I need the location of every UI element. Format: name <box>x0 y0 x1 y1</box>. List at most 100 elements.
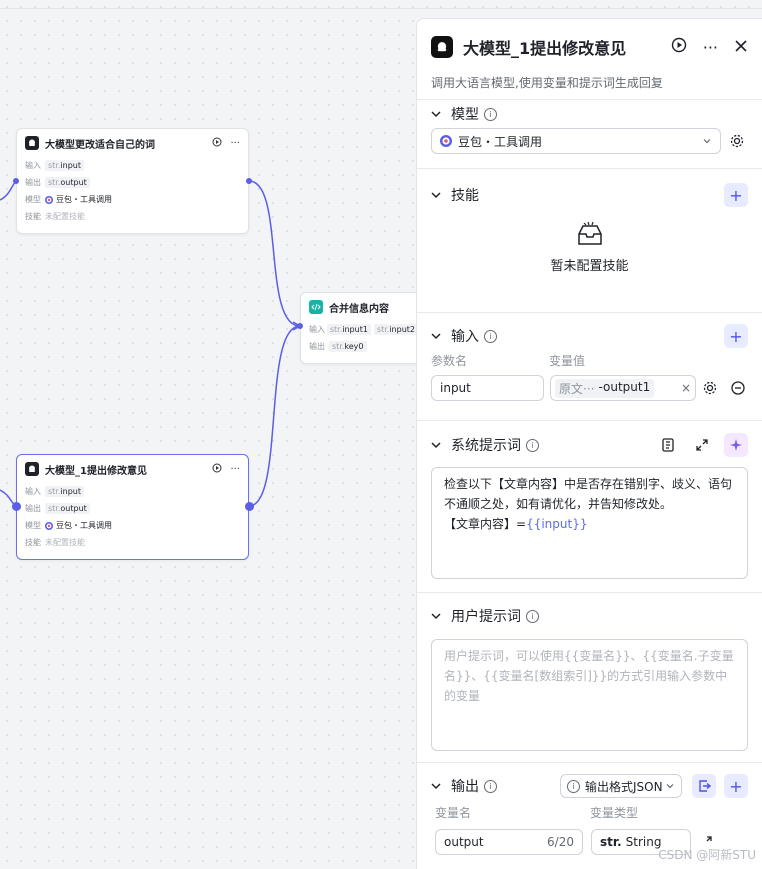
output-var-name-input[interactable]: output 6/20 <box>435 829 583 855</box>
add-skill-button[interactable]: + <box>724 183 748 207</box>
node-title: 大模型_1提出修改意见 <box>45 465 147 477</box>
output-label: 输出 <box>25 178 41 187</box>
import-output-button[interactable] <box>692 774 716 798</box>
skill-label: 技能 <box>25 212 41 221</box>
chevron-down-icon[interactable] <box>431 781 441 791</box>
panel-description[interactable]: 调用大语言模型,使用变量和提示词生成回复 <box>417 75 762 99</box>
remove-icon[interactable] <box>730 380 746 396</box>
output-format-select[interactable]: i 输出格式JSON <box>560 774 682 798</box>
model-section: 模型 i 豆包・工具调用 <box>417 99 762 168</box>
node-config-panel: 大模型_1提出修改意见 ··· 调用大语言模型,使用变量和提示词生成回复 模型 … <box>416 18 762 869</box>
input-tag: str.input <box>45 486 84 497</box>
system-prompt-editor[interactable]: 检查以下【文章内容】中是否存在错别字、歧义、语句 不通顺之处，如有请优化，并告知… <box>431 467 748 579</box>
user-prompt-editor[interactable]: 用户提示词，可以使用{{变量名}}、{{变量名.子变量名}}、{{变量名[数组索… <box>431 639 748 751</box>
skill-value: 未配置技能 <box>45 212 85 221</box>
var-value-selector[interactable]: 原文··· -output1 × <box>550 375 696 401</box>
output-tag: str.key0 <box>329 341 367 352</box>
llm-node-icon <box>25 462 39 476</box>
info-icon: i <box>567 779 580 793</box>
node-a-in-port[interactable] <box>13 178 19 184</box>
input-section: 输入 i + 参数名 变量值 input 原文··· -output1 × <box>417 312 762 420</box>
section-title: 系统提示词 <box>451 438 521 454</box>
run-icon[interactable] <box>212 137 222 150</box>
chevron-down-icon[interactable] <box>431 109 441 119</box>
doubao-icon <box>440 135 452 147</box>
output-tag: str.output <box>45 177 90 188</box>
llm-node-icon <box>431 36 453 58</box>
section-title: 模型 <box>451 107 479 123</box>
input-tag: str.input1 <box>326 324 371 335</box>
more-icon[interactable]: ··· <box>230 464 240 475</box>
param-name-input[interactable]: input <box>431 375 544 401</box>
chevron-down-icon[interactable] <box>431 440 441 450</box>
node-title: 大模型更改适合自己的词 <box>45 139 155 151</box>
variable-ref: {{input}} <box>526 517 588 531</box>
input-tag: str.input2 <box>373 324 418 335</box>
llm-node-icon <box>25 136 39 150</box>
model-select[interactable]: 豆包・工具调用 <box>431 128 721 154</box>
input-tag: str.input <box>45 160 84 171</box>
skill-label: 技能 <box>25 538 41 547</box>
empty-box-icon <box>577 221 602 245</box>
model-selected: 豆包・工具调用 <box>458 134 543 149</box>
node-a-out-port[interactable] <box>246 178 252 184</box>
gear-icon[interactable] <box>729 133 745 149</box>
var-type-header: 变量类型 <box>590 805 639 820</box>
import-icon <box>699 780 711 792</box>
node-llm-rewrite[interactable]: 大模型更改适合自己的词 ··· 输入 str.input 输出 str.outp… <box>16 128 249 234</box>
chevron-down-icon[interactable] <box>431 331 441 341</box>
more-icon[interactable]: ··· <box>703 38 718 57</box>
var-value-header: 变量值 <box>549 353 586 368</box>
output-label: 输出 <box>25 504 41 513</box>
ai-optimize-button[interactable] <box>724 433 748 457</box>
watermark: CSDN @阿新STU <box>658 848 756 862</box>
output-label: 输出 <box>309 342 325 351</box>
var-name-header: 变量名 <box>435 805 472 820</box>
add-input-button[interactable]: + <box>724 324 748 348</box>
section-title: 输入 <box>451 329 479 345</box>
expand-icon[interactable] <box>694 437 710 453</box>
node-c-out-port[interactable] <box>245 502 254 511</box>
info-icon[interactable]: i <box>484 779 497 793</box>
clear-icon[interactable]: × <box>681 381 691 395</box>
info-icon[interactable]: i <box>484 329 497 343</box>
template-icon[interactable] <box>660 437 676 453</box>
info-icon[interactable]: i <box>526 609 539 623</box>
info-icon[interactable]: i <box>484 107 497 121</box>
node-llm-suggest[interactable]: 大模型_1提出修改意见 ··· 输入 str.input 输出 str.outp… <box>16 454 249 560</box>
node-c-in-port[interactable] <box>12 502 21 511</box>
section-title: 用户提示词 <box>451 609 521 625</box>
var-chip: 原文··· -output1 <box>555 378 655 398</box>
input-label: 输入 <box>25 487 41 496</box>
run-icon[interactable] <box>212 463 222 476</box>
skills-empty-text: 暂未配置技能 <box>550 259 629 274</box>
chevron-down-icon <box>666 784 674 789</box>
panel-title[interactable]: 大模型_1提出修改意见 <box>463 35 671 59</box>
edge-a-to-b <box>248 180 301 327</box>
node-title: 合并信息内容 <box>329 303 389 315</box>
char-counter: 6/20 <box>547 835 574 849</box>
input-label: 输入 <box>309 325 325 334</box>
sparkle-icon <box>730 439 742 451</box>
doubao-icon <box>45 195 53 204</box>
gear-icon[interactable] <box>702 380 718 396</box>
chevron-down-icon[interactable] <box>431 611 441 621</box>
info-icon[interactable]: i <box>526 438 539 452</box>
edge-c-to-b <box>248 325 301 507</box>
param-name-header: 参数名 <box>431 353 468 368</box>
skills-section: 技能 + 暂未配置技能 <box>417 168 762 312</box>
close-icon[interactable] <box>734 38 748 57</box>
model-label: 模型 <box>25 521 41 530</box>
node-merge-info[interactable]: 合并信息内容 输入 str.input1 str.input2 输出 str.k… <box>300 292 430 364</box>
more-icon[interactable]: ··· <box>230 138 240 149</box>
input-label: 输入 <box>25 161 41 170</box>
model-value: 豆包・工具调用 <box>56 195 112 204</box>
section-title: 技能 <box>451 188 479 204</box>
add-output-button[interactable]: + <box>724 774 748 798</box>
user-prompt-section: 用户提示词 i 用户提示词，可以使用{{变量名}}、{{变量名.子变量名}}、{… <box>417 592 762 762</box>
chevron-down-icon <box>703 139 711 144</box>
chevron-down-icon[interactable] <box>431 190 441 200</box>
run-icon[interactable] <box>671 37 687 57</box>
node-b-in-port[interactable] <box>297 323 303 329</box>
system-prompt-section: 系统提示词 i 检查以下【文章内容】中是否存在错别字、歧义、语句 不通顺之处，如… <box>417 420 762 592</box>
